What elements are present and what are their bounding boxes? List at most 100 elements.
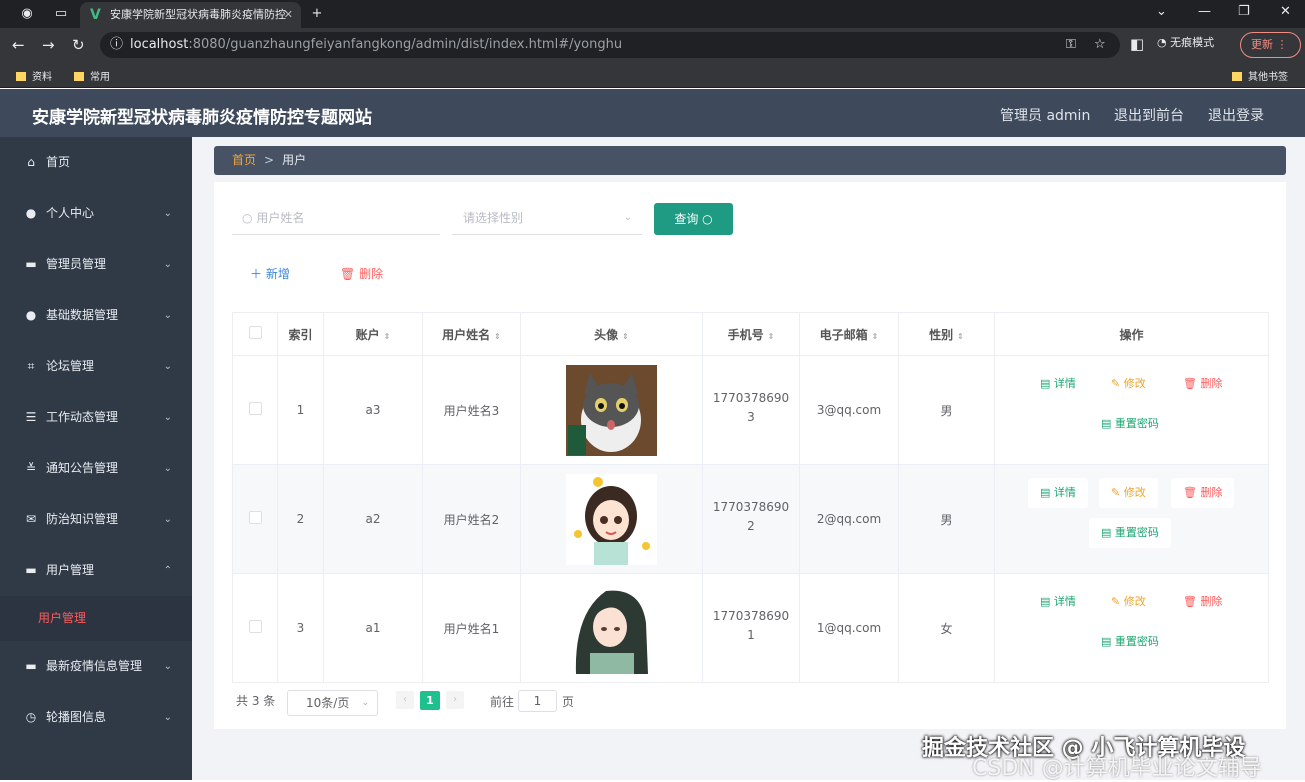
reset-password-button[interactable]: ▤ 重置密码 bbox=[1089, 627, 1171, 657]
cell-avatar bbox=[520, 573, 703, 683]
gender-select[interactable]: 请选择性别 ⌄ bbox=[452, 201, 642, 235]
sidebar-item-admins[interactable]: ▬ 管理员管理 ⌄ bbox=[0, 239, 192, 290]
back-icon[interactable]: ← bbox=[12, 36, 25, 54]
close-window-icon[interactable]: ✕ bbox=[1280, 4, 1291, 19]
url-field[interactable]: ⓘ localhost:8080/guanzhaungfeiyanfangkon… bbox=[100, 32, 1120, 58]
header-label: 用户姓名 bbox=[442, 327, 491, 342]
breadcrumb-separator: > bbox=[264, 153, 275, 167]
delete-row-label: 删除 bbox=[1200, 595, 1223, 608]
bookmark-star-icon[interactable]: ☆ bbox=[1094, 32, 1106, 58]
sort-icon[interactable]: ⇕ bbox=[957, 332, 964, 341]
sidebar-item-work-news[interactable]: ☰ 工作动态管理 ⌄ bbox=[0, 392, 192, 443]
exit-to-front-link[interactable]: 退出到前台 bbox=[1114, 105, 1184, 125]
row-checkbox[interactable] bbox=[248, 402, 262, 415]
sort-icon[interactable]: ⇕ bbox=[622, 332, 629, 341]
browser-logo-icon[interactable]: ◉ bbox=[18, 5, 36, 23]
sidebar-item-label: 首页 bbox=[46, 155, 71, 169]
reload-icon[interactable]: ↻ bbox=[72, 36, 85, 54]
page-number-current[interactable]: 1 bbox=[420, 691, 440, 710]
delete-button[interactable]: 🗑 删除 bbox=[1171, 587, 1234, 617]
edit-button[interactable]: ✎ 修改 bbox=[1099, 587, 1158, 617]
row-checkbox-cell[interactable] bbox=[232, 355, 278, 465]
detail-button[interactable]: ▤ 详情 bbox=[1028, 369, 1088, 399]
goto-page-input[interactable]: 1 bbox=[518, 690, 557, 712]
sidebar-item-users[interactable]: ▬ 用户管理 ⌃ bbox=[0, 545, 192, 596]
incognito-indicator[interactable]: ◔ 无痕模式 bbox=[1157, 34, 1214, 50]
document-icon: ▤ bbox=[1040, 486, 1051, 499]
trash-icon: 🗑 bbox=[1183, 595, 1197, 608]
minimize-icon[interactable]: — bbox=[1198, 4, 1211, 19]
add-button[interactable]: ＋ 新增 bbox=[250, 265, 290, 282]
trash-icon: 🗑 bbox=[1183, 377, 1197, 390]
query-button[interactable]: 查询 ○ bbox=[654, 203, 733, 235]
sliders-icon: ≚ bbox=[25, 461, 37, 475]
detail-button[interactable]: ▤ 详情 bbox=[1028, 587, 1088, 617]
reset-password-button[interactable]: ▤ 重置密码 bbox=[1089, 409, 1171, 439]
header-gender[interactable]: 性别 ⇕ bbox=[898, 312, 995, 356]
breadcrumb-home[interactable]: 首页 bbox=[232, 153, 256, 167]
bookmark-ziliao[interactable]: 资料 bbox=[16, 68, 52, 83]
logout-link[interactable]: 退出登录 bbox=[1208, 105, 1264, 125]
sidebar-subitem-user-management[interactable]: 用户管理 bbox=[0, 596, 192, 641]
sidebar-item-basic-data[interactable]: ● 基础数据管理 ⌄ bbox=[0, 290, 192, 341]
header-account[interactable]: 账户 ⇕ bbox=[323, 312, 423, 356]
sidebar-item-epidemic-info[interactable]: ▬ 最新疫情信息管理 ⌄ bbox=[0, 641, 192, 692]
user-icon: ● bbox=[25, 206, 37, 220]
sidebar-item-label: 个人中心 bbox=[46, 206, 95, 220]
bookmark-label: 常用 bbox=[90, 72, 110, 83]
sidebar-item-forum[interactable]: ⌗ 论坛管理 ⌄ bbox=[0, 341, 192, 392]
reset-password-button[interactable]: ▤ 重置密码 bbox=[1089, 518, 1171, 548]
new-tab-icon[interactable]: + bbox=[308, 5, 326, 23]
sidepanel-icon[interactable]: ◧ bbox=[1130, 35, 1144, 53]
bookmark-changyong[interactable]: 常用 bbox=[74, 68, 110, 83]
cell-name: 用户姓名3 bbox=[422, 355, 521, 465]
sidebar-item-personal[interactable]: ● 个人中心 ⌄ bbox=[0, 188, 192, 239]
sidebar-item-notices[interactable]: ≚ 通知公告管理 ⌄ bbox=[0, 443, 192, 494]
row-checkbox[interactable] bbox=[248, 511, 262, 524]
edit-button[interactable]: ✎ 修改 bbox=[1099, 369, 1158, 399]
browser-tab[interactable]: V 安康学院新型冠状病毒肺炎疫情防控 ✕ bbox=[80, 2, 301, 28]
batch-delete-button[interactable]: 🗑 删除 bbox=[340, 265, 383, 282]
header-email[interactable]: 电子邮箱 ⇕ bbox=[799, 312, 899, 356]
tab-list-icon[interactable]: ▭ bbox=[52, 5, 70, 23]
header-name[interactable]: 用户姓名 ⇕ bbox=[422, 312, 521, 356]
key-icon[interactable]: ⚿ bbox=[1066, 32, 1076, 58]
add-label: 新增 bbox=[265, 267, 290, 281]
cell-gender: 男 bbox=[898, 464, 995, 574]
sidebar-item-knowledge[interactable]: ✉ 防治知识管理 ⌄ bbox=[0, 494, 192, 545]
row-checkbox-cell[interactable] bbox=[232, 573, 278, 683]
site-info-icon[interactable]: ⓘ bbox=[110, 32, 123, 58]
sidebar-item-home[interactable]: ⌂ 首页 bbox=[0, 137, 192, 188]
row-checkbox-cell[interactable] bbox=[232, 464, 278, 574]
forward-icon[interactable]: → bbox=[42, 36, 55, 54]
delete-button[interactable]: 🗑 删除 bbox=[1171, 478, 1235, 508]
header-phone[interactable]: 手机号 ⇕ bbox=[702, 312, 800, 356]
delete-button[interactable]: 🗑 删除 bbox=[1171, 369, 1234, 399]
header-avatar[interactable]: 头像 ⇕ bbox=[520, 312, 703, 356]
chevron-down-icon: ⌄ bbox=[163, 514, 172, 525]
prev-page-button[interactable]: ‹ bbox=[396, 691, 414, 709]
sidebar-item-carousel[interactable]: ◷ 轮播图信息 ⌄ bbox=[0, 692, 192, 743]
name-search-input[interactable]: ○ 用户姓名 bbox=[232, 201, 440, 235]
sort-icon[interactable]: ⇕ bbox=[384, 332, 391, 341]
avatar-girl-image bbox=[566, 473, 657, 565]
update-button[interactable]: 更新 ⋮ bbox=[1240, 32, 1301, 58]
select-all-cell[interactable] bbox=[232, 312, 278, 356]
site-title: 安康学院新型冠状病毒肺炎疫情防控专题网站 bbox=[32, 108, 372, 128]
select-all-checkbox[interactable] bbox=[248, 326, 262, 339]
delete-label: 删除 bbox=[359, 267, 384, 281]
sidebar-item-label: 最新疫情信息管理 bbox=[46, 659, 143, 673]
other-bookmarks[interactable]: 其他书签 bbox=[1232, 68, 1288, 83]
edit-button[interactable]: ✎ 修改 bbox=[1099, 478, 1158, 508]
cell-index: 3 bbox=[277, 573, 324, 683]
sort-icon[interactable]: ⇕ bbox=[872, 332, 879, 341]
sort-icon[interactable]: ⇕ bbox=[494, 332, 501, 341]
row-checkbox[interactable] bbox=[248, 620, 262, 633]
page-size-select[interactable]: 10条/页 ⌄ bbox=[287, 690, 378, 716]
next-page-button[interactable]: › bbox=[446, 691, 464, 709]
tab-search-icon[interactable]: ⌄ bbox=[1156, 4, 1167, 19]
close-tab-icon[interactable]: ✕ bbox=[284, 2, 293, 28]
maximize-icon[interactable]: ❐ bbox=[1238, 4, 1250, 19]
detail-button[interactable]: ▤ 详情 bbox=[1028, 478, 1088, 508]
sort-icon[interactable]: ⇕ bbox=[768, 332, 775, 341]
